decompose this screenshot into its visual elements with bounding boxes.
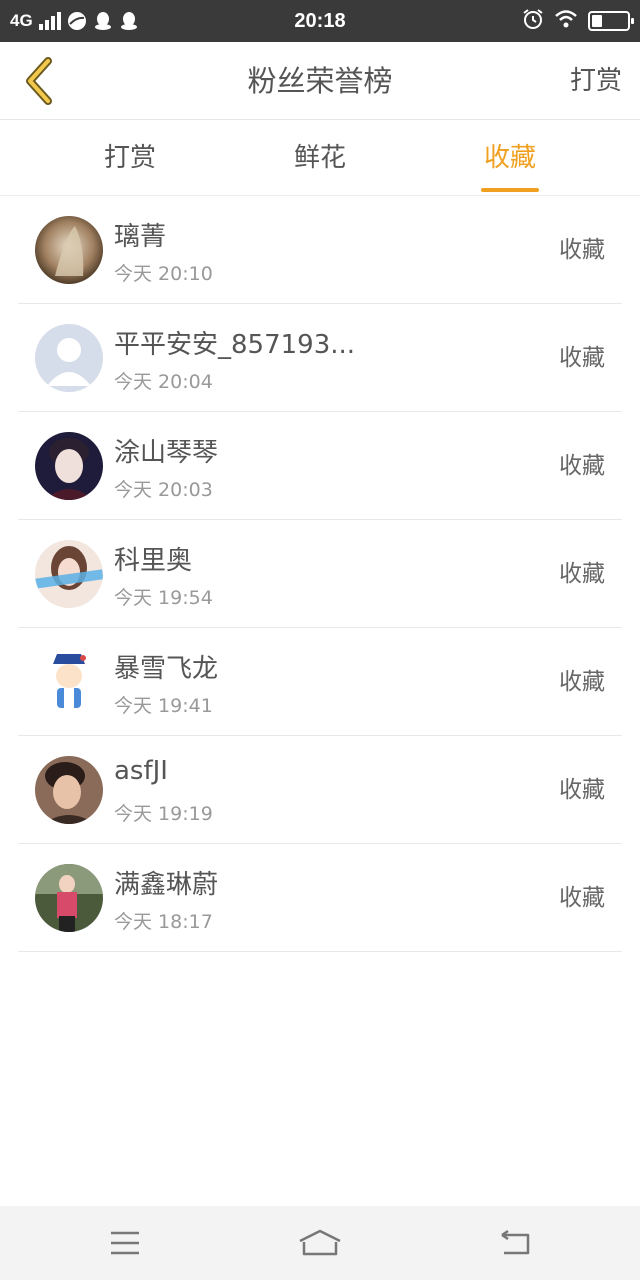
tab-bar: 打赏 鲜花 收藏 (0, 121, 640, 196)
system-nav-bar (0, 1206, 640, 1280)
tab-reward[interactable]: 打赏 (70, 121, 190, 196)
menu-icon (111, 1231, 139, 1255)
list-item[interactable]: 璃菁 今天 20:10 收藏 (18, 196, 622, 304)
timestamp: 今天 20:04 (114, 371, 213, 393)
status-right (522, 0, 634, 42)
cartoon-avatar-icon (35, 648, 103, 716)
avatar (35, 864, 103, 932)
action-label: 收藏 (559, 237, 605, 263)
action-label: 收藏 (559, 561, 605, 587)
action-label: 收藏 (559, 669, 605, 695)
back-nav-button[interactable] (495, 1223, 535, 1263)
timestamp: 今天 19:19 (114, 803, 213, 825)
battery-icon (588, 11, 634, 31)
home-button[interactable] (296, 1223, 344, 1263)
status-bar: 4G 20:18 (0, 0, 640, 42)
active-tab-indicator (481, 188, 539, 192)
timestamp: 今天 19:54 (114, 587, 213, 609)
tab-label: 打赏 (103, 143, 156, 173)
user-name: 平平安安_857193... (114, 330, 356, 360)
list-item[interactable]: 平平安安_857193... 今天 20:04 收藏 (18, 304, 622, 412)
tab-flowers[interactable]: 鲜花 (260, 121, 380, 196)
menu-button[interactable] (105, 1223, 145, 1263)
tab-favorites[interactable]: 收藏 (450, 121, 570, 196)
action-label: 收藏 (559, 777, 605, 803)
timestamp: 今天 20:03 (114, 479, 213, 501)
user-name: asfJI (114, 756, 168, 786)
timestamp: 今天 18:17 (114, 911, 213, 933)
user-name: 满鑫琳蔚 (114, 870, 219, 900)
timestamp: 今天 20:10 (114, 263, 213, 285)
user-name: 科里奥 (114, 546, 193, 576)
action-label: 收藏 (559, 345, 605, 371)
page-title: 粉丝荣誉榜 (247, 64, 393, 98)
list-item[interactable]: 科里奥 今天 19:54 收藏 (18, 520, 622, 628)
tab-label: 鲜花 (293, 143, 346, 173)
fan-list: 璃菁 今天 20:10 收藏 平平安安_857193... 今天 20:04 收… (0, 196, 640, 952)
alarm-icon (522, 8, 544, 34)
user-name: 暴雪飞龙 (114, 654, 219, 684)
timestamp: 今天 19:41 (114, 695, 213, 717)
avatar (35, 216, 103, 284)
tab-label: 收藏 (483, 143, 536, 173)
back-icon (501, 1229, 530, 1255)
default-avatar-icon (35, 324, 103, 392)
nav-bar: 粉丝荣誉榜 打赏 (0, 42, 640, 120)
battery-level (592, 15, 602, 27)
avatar (35, 432, 103, 500)
action-label: 收藏 (559, 453, 605, 479)
list-item[interactable]: 涂山琴琴 今天 20:03 收藏 (18, 412, 622, 520)
reward-button[interactable]: 打赏 (570, 42, 622, 120)
avatar (35, 756, 103, 824)
list-item[interactable]: asfJI 今天 19:19 收藏 (18, 736, 622, 844)
wifi-icon (554, 9, 578, 33)
list-item[interactable]: 满鑫琳蔚 今天 18:17 收藏 (18, 844, 622, 952)
action-label: 收藏 (559, 885, 605, 911)
user-name: 璃菁 (114, 222, 167, 252)
home-icon (299, 1229, 341, 1256)
avatar (35, 540, 103, 608)
list-item[interactable]: 暴雪飞龙 今天 19:41 收藏 (18, 628, 622, 736)
user-name: 涂山琴琴 (114, 438, 219, 468)
